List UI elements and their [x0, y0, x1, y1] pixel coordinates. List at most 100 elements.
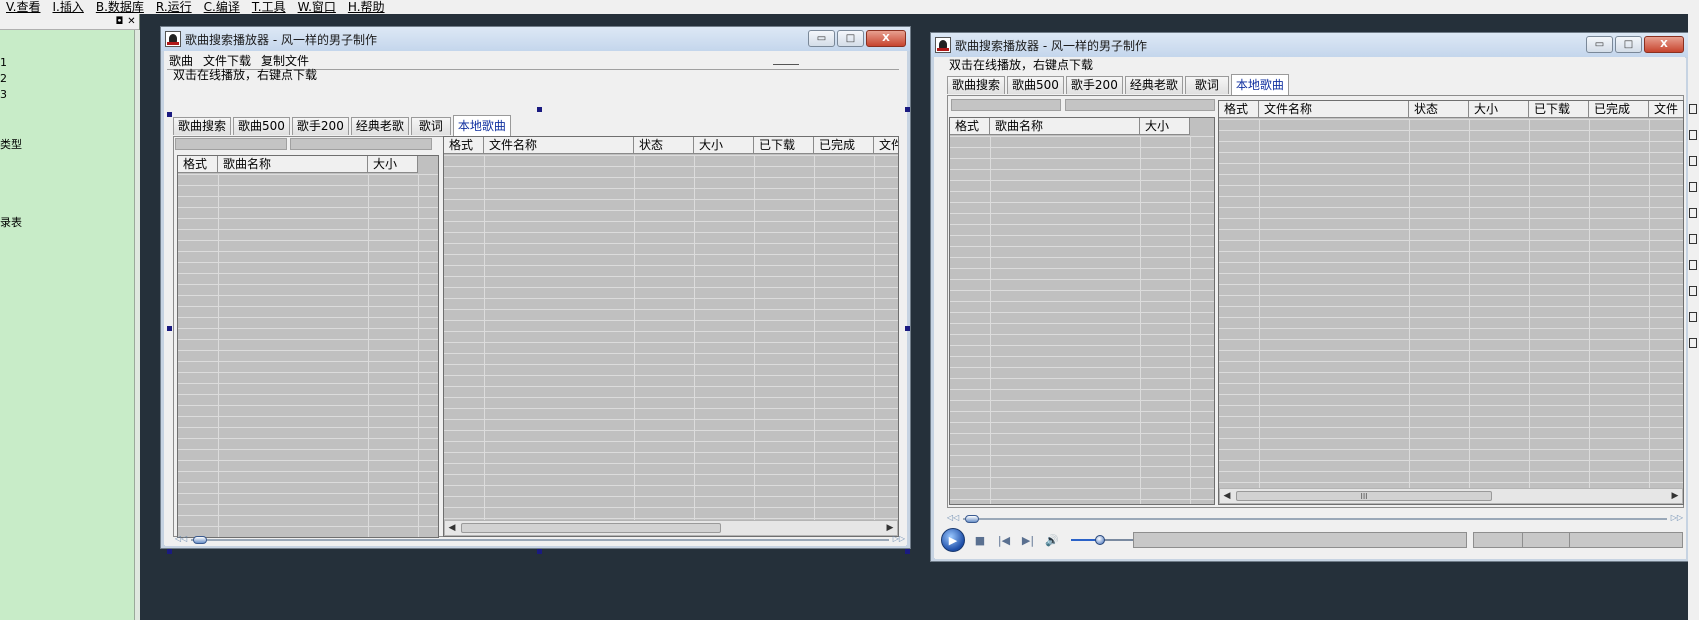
ide-menu-window[interactable]: W.窗口 [298, 0, 336, 14]
toolbox-icon[interactable] [1689, 286, 1697, 296]
tab-lyrics[interactable]: 歌词 [1184, 76, 1229, 94]
tree-item[interactable]: 3 [0, 88, 7, 101]
scroll-right-icon[interactable]: ▶ [883, 521, 897, 535]
close-button[interactable]: X [1644, 36, 1684, 53]
column-header[interactable]: 大小 [1140, 118, 1190, 135]
minimize-button[interactable]: ▭ [808, 30, 835, 47]
left-song-grid[interactable]: 格式 歌曲名称 大小 [949, 117, 1215, 505]
tree-item[interactable]: 2 [0, 72, 7, 85]
column-header[interactable]: 格式 [444, 137, 484, 154]
tab-song-search[interactable]: 歌曲搜索 [947, 76, 1006, 94]
scroll-thumb[interactable]: III [1236, 491, 1492, 501]
left-grid-body[interactable] [178, 174, 438, 537]
toolbox-icon[interactable] [1689, 208, 1697, 218]
column-header[interactable]: 歌曲名称 [990, 118, 1140, 135]
column-header[interactable]: 已下载 [754, 137, 814, 154]
ide-menu-database[interactable]: B.数据库 [96, 0, 144, 14]
scroll-left-icon[interactable]: ◀ [445, 521, 459, 535]
minimize-button[interactable]: ▭ [1586, 36, 1613, 53]
column-header[interactable]: 文件名称 [484, 137, 634, 154]
column-header[interactable]: 文件 [1649, 101, 1683, 118]
close-button[interactable]: X [866, 30, 906, 47]
column-header[interactable]: 状态 [634, 137, 694, 154]
toolbox-icon[interactable] [1689, 104, 1697, 114]
column-header[interactable]: 已完成 [814, 137, 874, 154]
close-icon[interactable]: ✕ [126, 16, 137, 27]
play-button[interactable]: ▶ [941, 528, 965, 552]
maximize-button[interactable]: □ [837, 30, 864, 47]
tab-local-songs[interactable]: 本地歌曲 [452, 115, 511, 136]
tab-singer-200[interactable]: 歌手200 [291, 117, 349, 135]
tab-classic-songs[interactable]: 经典老歌 [1124, 76, 1183, 94]
ide-menu-insert[interactable]: I.插入 [52, 0, 83, 14]
menu-copy-file[interactable]: 复制文件 [261, 54, 309, 68]
column-header[interactable]: 格式 [178, 156, 218, 173]
next-track-button[interactable]: ▶| [1019, 531, 1037, 549]
running-window-titlebar[interactable]: 歌曲搜索播放器 - 风一样的男子制作 ▭ □ X [931, 33, 1688, 57]
ide-menu-view[interactable]: V.查看 [6, 0, 40, 14]
ide-menu-help[interactable]: H.帮助 [348, 0, 385, 14]
selection-handle[interactable] [537, 549, 542, 554]
right-file-grid[interactable]: 格式 文件名称 状态 大小 已下载 已完成 文件 ◀ III ▶ [1218, 100, 1684, 505]
horizontal-scrollbar[interactable]: ◀ ▶ [444, 520, 898, 536]
scroll-right-icon[interactable]: ▶ [1668, 489, 1682, 503]
maximize-button[interactable]: □ [1615, 36, 1642, 53]
stop-button[interactable]: ■ [971, 531, 989, 549]
selection-handle[interactable] [537, 107, 542, 112]
right-file-grid[interactable]: 格式 文件名称 状态 大小 已下载 已完成 文件 ◀ ▶ [443, 136, 899, 537]
seek-bar[interactable]: ◁◁ ▷▷ [947, 513, 1683, 524]
toolbox-icon[interactable] [1689, 156, 1697, 166]
selection-handle[interactable] [905, 326, 910, 331]
column-header[interactable]: 文件 [874, 137, 898, 154]
selection-handle[interactable] [167, 112, 172, 117]
toolbox-icon[interactable] [1689, 130, 1697, 140]
selection-handle[interactable] [167, 549, 172, 554]
column-header[interactable]: 歌曲名称 [218, 156, 368, 173]
tab-song-search[interactable]: 歌曲搜索 [173, 117, 232, 135]
tab-classic-songs[interactable]: 经典老歌 [350, 117, 409, 135]
column-header[interactable]: 已下载 [1529, 101, 1589, 118]
tab-local-songs[interactable]: 本地歌曲 [1230, 74, 1289, 95]
column-header[interactable]: 已完成 [1589, 101, 1649, 118]
selection-handle[interactable] [167, 326, 172, 331]
toolbox-icon[interactable] [1689, 182, 1697, 192]
ide-menu-compile[interactable]: C.编译 [204, 0, 240, 14]
column-header[interactable]: 格式 [1219, 101, 1259, 118]
right-grid-body[interactable] [1219, 119, 1683, 488]
menu-songs[interactable]: 歌曲 [169, 54, 193, 68]
menu-download[interactable]: 文件下载 [203, 54, 251, 68]
volume-knob[interactable] [1094, 535, 1105, 545]
tree-item[interactable]: 录表 [0, 216, 22, 229]
tab-singer-200[interactable]: 歌手200 [1065, 76, 1123, 94]
design-window-titlebar[interactable]: 歌曲搜索播放器 - 风一样的男子制作 ▭ □ X [161, 27, 910, 51]
column-header[interactable]: 大小 [694, 137, 754, 154]
toolbox-icon[interactable] [1689, 338, 1697, 348]
scroll-thumb[interactable] [461, 523, 721, 533]
seek-bar[interactable]: ◁◁ ▷▷ [175, 534, 905, 545]
seek-knob[interactable] [965, 515, 979, 523]
pin-icon[interactable]: ◘ [114, 16, 125, 27]
seek-knob[interactable] [193, 536, 207, 544]
toolbox-icon[interactable] [1689, 260, 1697, 270]
column-header[interactable]: 状态 [1409, 101, 1469, 118]
toolbox-icon[interactable] [1689, 312, 1697, 322]
tree-item[interactable]: 1 [0, 56, 7, 69]
volume-slider[interactable] [1071, 534, 1135, 546]
panel-splitter[interactable] [134, 30, 140, 620]
column-header[interactable]: 格式 [950, 118, 990, 135]
toolbox-icon[interactable] [1689, 234, 1697, 244]
horizontal-scrollbar[interactable]: ◀ III ▶ [1219, 488, 1683, 504]
tab-lyrics[interactable]: 歌词 [410, 117, 451, 135]
volume-icon[interactable]: 🔊 [1043, 531, 1061, 549]
selection-handle[interactable] [905, 549, 910, 554]
ide-menu-tools[interactable]: T.工具 [252, 0, 286, 14]
column-header[interactable]: 大小 [1469, 101, 1529, 118]
column-header[interactable]: 大小 [368, 156, 418, 173]
selection-handle[interactable] [905, 107, 910, 112]
tab-song-500[interactable]: 歌曲500 [233, 117, 290, 135]
right-grid-body[interactable] [444, 155, 898, 520]
tree-item[interactable]: 类型 [0, 138, 22, 151]
scroll-left-icon[interactable]: ◀ [1220, 489, 1234, 503]
previous-track-button[interactable]: |◀ [995, 531, 1013, 549]
ide-menu-run[interactable]: R.运行 [156, 0, 192, 14]
